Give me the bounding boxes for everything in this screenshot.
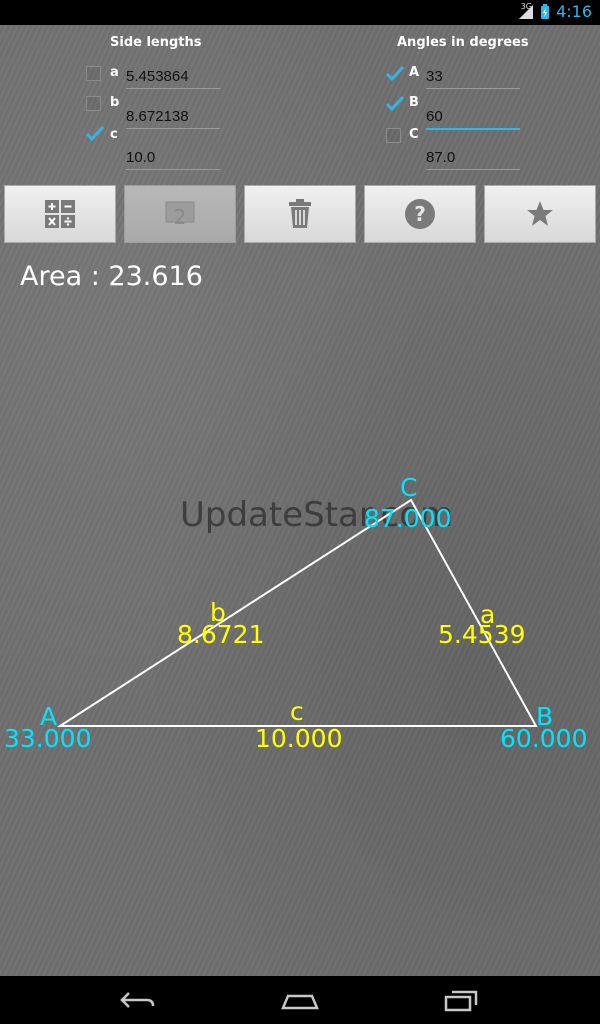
main-content: Side lengths Angles in degrees a b c A B… [0,25,600,976]
home-icon[interactable] [280,988,320,1012]
navigation-bar [0,976,600,1024]
battery-icon [541,3,550,19]
clock: 4:16 [556,2,592,21]
vertex-c-label: C [400,473,417,502]
back-icon[interactable] [117,988,157,1012]
status-bar: 3G 4:16 [0,0,600,25]
side-b-length: 8.6721 [177,620,264,649]
side-c-label-diagram: c [290,697,304,726]
recent-apps-icon[interactable] [442,988,482,1012]
triangle-outline [56,498,538,727]
triangle-diagram: A 33.000 B 60.000 C 87.000 a 5.4539 b 8.… [4,473,587,753]
vertex-b-angle: 60.000 [500,724,587,753]
vertex-c-angle: 87.000 [364,504,451,533]
side-c-length: 10.000 [255,724,342,753]
side-a-length: 5.4539 [438,620,525,649]
vertex-a-angle: 33.000 [4,724,91,753]
signal-icon [519,4,534,19]
